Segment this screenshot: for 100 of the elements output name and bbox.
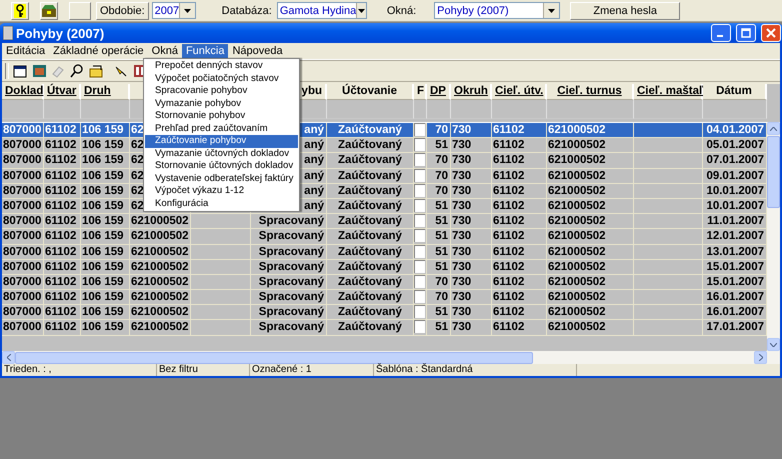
menu-item[interactable]: Funkcia [182,44,228,58]
table-cell [634,123,703,138]
filter-cell[interactable] [451,100,492,119]
table-cell: 61102 [492,123,547,138]
table-cell [634,229,703,244]
checkbox[interactable] [414,153,425,166]
box-icon[interactable] [40,2,58,20]
table-cell: 61102 [44,274,81,290]
column-header[interactable]: Útvar [44,84,81,100]
menu-item[interactable]: Nápoveda [228,44,287,58]
table-cell: 106 159 [81,260,130,275]
checkbox[interactable] [414,123,425,136]
status-text: Šablóna : Štandardná [374,364,577,376]
table-cell: 730 [451,320,492,336]
filter-cell[interactable] [81,100,130,119]
table-cell: 61102 [44,260,81,275]
column-header[interactable]: Druh [81,84,130,100]
menu-item[interactable]: Stornovanie pohybov [145,110,298,122]
close-button[interactable] [761,24,781,42]
filter-cell[interactable] [547,100,634,119]
filter-cell[interactable] [634,100,703,119]
column-header[interactable]: Cieľ. útv. [492,84,547,100]
checkbox[interactable] [414,214,425,228]
horizontal-scrollbar[interactable] [2,351,780,364]
table-cell: 730 [451,198,492,214]
change-password-button[interactable]: Zmena hesla [570,2,680,20]
minimize-button[interactable] [711,24,731,42]
table-cell: 730 [451,274,492,290]
filter-cell[interactable] [44,100,81,119]
checkbox[interactable] [414,168,425,182]
column-header[interactable]: Okruh [451,84,492,100]
filter-cell[interactable] [2,100,44,119]
maximize-button[interactable] [736,24,756,42]
table-cell: 106 159 [81,214,130,230]
table-cell [191,305,251,320]
table-cell [634,274,703,290]
checkbox[interactable] [414,229,425,242]
table-cell: Zaúčtovaný [327,123,414,138]
table-cell: 51 [427,138,451,154]
blank-button[interactable] [69,2,91,20]
table-cell: 730 [451,229,492,244]
table-cell: Spracovaný [251,244,327,260]
pin-icon[interactable] [114,64,129,78]
close-icon [766,28,776,38]
table-cell: 61102 [492,244,547,260]
column-header[interactable]: Dátum [703,84,767,100]
vertical-scrollbar[interactable] [767,122,780,351]
column-header[interactable]: DP [427,84,451,100]
filter-cell[interactable] [492,100,547,119]
menu-item[interactable]: Prepočet denných stavov [145,60,298,72]
table-cell [634,260,703,275]
window-icon[interactable] [13,64,28,78]
column-header[interactable]: F [414,84,427,100]
column-header[interactable]: Doklad [2,84,44,100]
checkbox[interactable] [414,260,425,273]
filter-cell[interactable] [427,100,451,119]
table-cell: 106 159 [81,320,130,336]
filter-cell[interactable] [327,100,414,119]
table-cell: 61102 [44,244,81,260]
column-header[interactable]: Účtovanie [327,84,414,100]
menu-item[interactable]: Výpočet počiatočných stavov [145,72,298,85]
menu-item[interactable]: Editácia [2,44,50,58]
checkbox[interactable] [414,320,425,334]
filter-cell[interactable] [703,100,767,119]
table-icon[interactable] [32,64,47,78]
table-cell: 730 [451,244,492,260]
checkbox[interactable] [414,305,425,318]
table-cell: 807000 [2,198,44,214]
table-cell: 621000502 [130,274,191,290]
table-cell [191,290,251,306]
window-dropdown[interactable]: Pohyby (2007) [434,2,560,19]
table-cell: 807000 [2,290,44,306]
menu-item[interactable]: Zaúčtovanie pohybov [145,135,298,148]
menu-item[interactable]: Spracovanie pohybov [145,85,298,98]
table-cell: 61102 [44,153,81,169]
table-cell: 730 [451,214,492,230]
menu-item[interactable]: Okná [148,44,182,58]
checkbox[interactable] [414,244,425,258]
checkbox[interactable] [414,184,425,197]
table-cell: 61102 [492,260,547,275]
key-icon[interactable] [11,2,29,20]
checkbox[interactable] [414,290,425,304]
table-cell: 730 [451,184,492,199]
table-cell: 621000502 [130,260,191,275]
column-header[interactable]: Cieľ. turnus [547,84,634,100]
checkbox[interactable] [414,274,425,288]
table-cell: 61102 [44,214,81,230]
menu-item[interactable]: Základné operácie [49,44,148,58]
column-header[interactable]: Cieľ. maštaľ [634,84,703,100]
filter-cell[interactable] [414,100,427,119]
checkbox[interactable] [414,138,425,152]
folder-icon[interactable] [89,64,104,78]
database-dropdown[interactable]: Gamota Hydina [276,2,367,19]
search-icon[interactable] [70,64,85,78]
table-cell: 70 [427,168,451,184]
menu-item[interactable]: Vymazanie pohybov [145,98,298,110]
period-dropdown[interactable]: 2007 [152,2,196,19]
checkbox[interactable] [414,198,425,212]
table-cell: 621000502 [547,138,634,154]
table-cell: 70 [427,123,451,138]
